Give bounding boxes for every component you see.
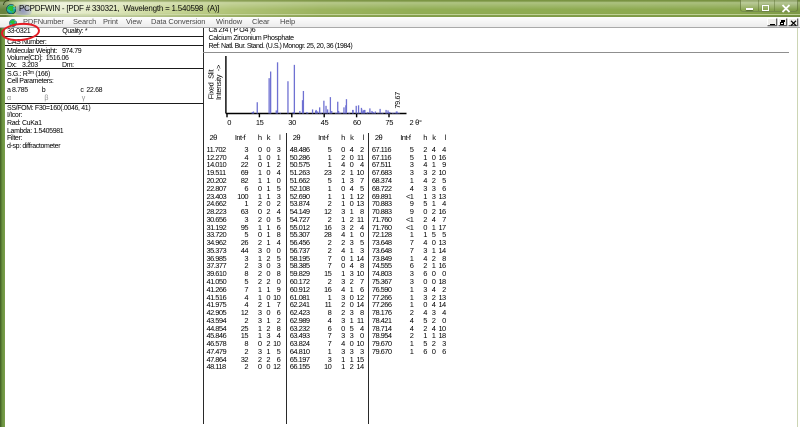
svg-text:15: 15 bbox=[256, 118, 264, 127]
svg-text:79.67: 79.67 bbox=[393, 92, 402, 109]
svg-text:Intensity ->: Intensity -> bbox=[214, 64, 223, 100]
svg-text:75: 75 bbox=[385, 118, 393, 127]
svg-text:0: 0 bbox=[227, 118, 231, 127]
svg-text:60: 60 bbox=[353, 118, 361, 127]
svg-text:45: 45 bbox=[321, 118, 329, 127]
svg-text:30: 30 bbox=[288, 118, 296, 127]
svg-text:2 θ°: 2 θ° bbox=[410, 118, 423, 127]
